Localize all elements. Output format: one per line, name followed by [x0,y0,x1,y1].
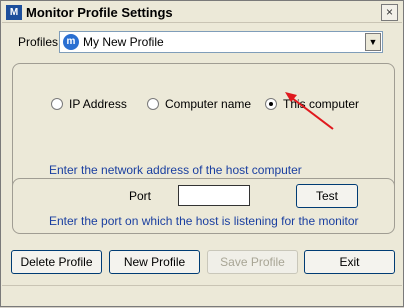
title-bar: M Monitor Profile Settings × [2,2,402,23]
save-profile-button: Save Profile [207,250,298,274]
radio-label: This computer [283,97,360,111]
status-bar [2,285,402,305]
radio-label: Computer name [165,97,252,111]
app-icon: M [6,5,22,20]
radio-label: IP Address [69,97,127,111]
radio-button[interactable] [265,98,277,110]
host-address-group: IP Address Computer name This computer E… [12,63,395,193]
delete-profile-button[interactable]: Delete Profile [11,250,102,274]
profile-selected-value: My New Profile [83,35,164,49]
port-label: Port [129,189,152,203]
profiles-label: Profiles [18,35,59,49]
radio-button[interactable] [51,98,63,110]
radio-button[interactable] [147,98,159,110]
chevron-down-icon[interactable]: ▼ [365,33,381,51]
port-group: Port Test Enter the port on which the ho… [12,178,395,234]
monitor-profile-settings-window: M Monitor Profile Settings × Profiles m … [0,0,404,307]
window-title: Monitor Profile Settings [26,5,173,20]
host-hint-text: Enter the network address of the host co… [49,163,302,177]
radio-this-computer[interactable]: This computer [265,97,359,111]
exit-button[interactable]: Exit [304,250,395,274]
port-hint-text: Enter the port on which the host is list… [49,214,359,228]
test-button[interactable]: Test [296,184,358,208]
port-input[interactable] [178,185,250,206]
profile-app-icon: m [63,34,79,50]
profile-select[interactable]: m My New Profile ▼ [59,31,383,53]
new-profile-button[interactable]: New Profile [109,250,200,274]
radio-ip-address[interactable]: IP Address [51,97,127,111]
close-button[interactable]: × [381,4,398,21]
radio-computer-name[interactable]: Computer name [147,97,251,111]
dialog-content: Profiles m My New Profile ▼ IP Address C… [2,24,402,305]
